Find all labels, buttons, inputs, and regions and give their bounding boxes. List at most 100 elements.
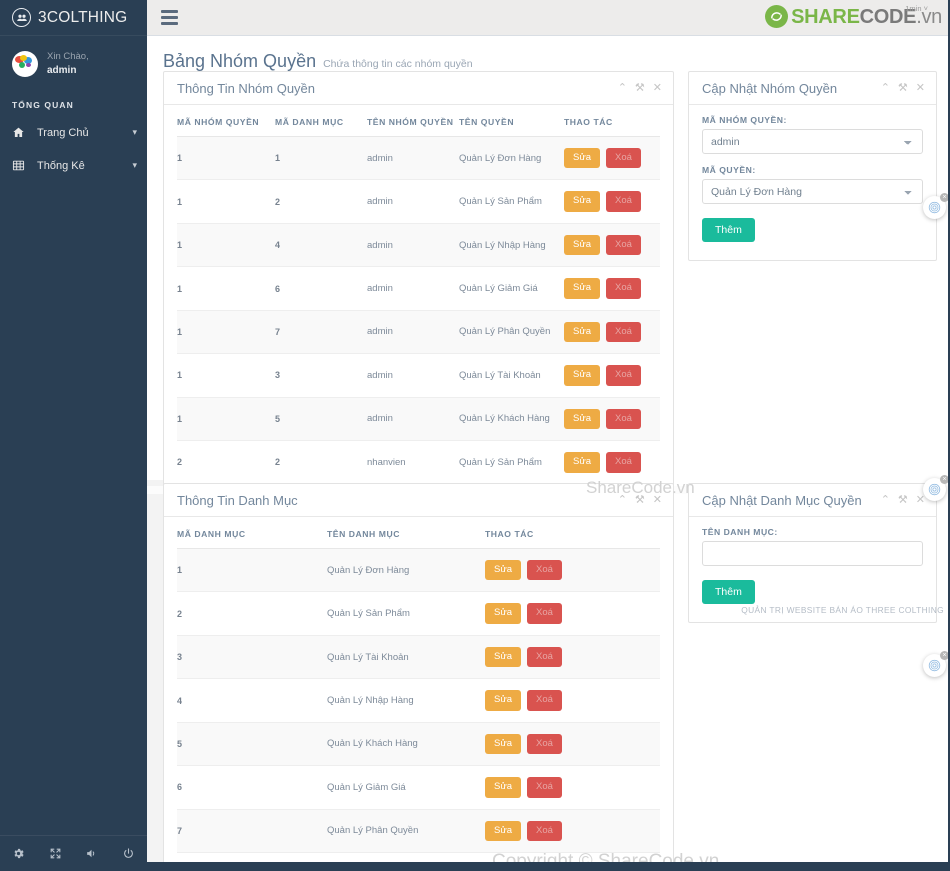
cell-ma-danh-muc: 5	[275, 397, 367, 442]
panel-tools: ⌃ ⚒ ✕	[618, 494, 662, 506]
delete-button[interactable]: Xoá	[605, 408, 641, 430]
edit-button[interactable]: Sửa	[564, 234, 600, 256]
logo-share-text: SHARE	[791, 6, 860, 28]
wrench-icon[interactable]: ⚒	[898, 494, 908, 506]
edit-button[interactable]: Sửa	[485, 777, 521, 798]
delete-button[interactable]: Xoá	[526, 733, 562, 755]
close-icon[interactable]: ✕	[916, 494, 925, 506]
edit-button[interactable]: Sửa	[485, 603, 521, 624]
gear-icon[interactable]	[0, 847, 37, 860]
edit-button[interactable]: Sửa	[485, 820, 521, 842]
cell-actions: SửaXoá	[564, 136, 660, 181]
hamburger-icon[interactable]	[161, 10, 178, 25]
role-group-table: MÃ NHÓM QUYỀN MÃ DANH MỤC TÊN NHÓM QUYỀN…	[177, 105, 660, 528]
panel-body: MÃ NHÓM QUYỀN: admin MÃ QUYỀN: Quản Lý Đ…	[689, 105, 936, 260]
delete-button[interactable]: Xoá	[605, 452, 641, 473]
delete-button[interactable]: Xoá	[605, 321, 641, 343]
cell-ten-quyen: Quản Lý Giảm Giá	[459, 266, 564, 311]
edit-button[interactable]: Sửa	[485, 560, 521, 581]
volume-icon[interactable]	[74, 847, 111, 860]
cell-actions: SửaXoá	[564, 223, 660, 268]
wrench-icon[interactable]: ⚒	[635, 82, 645, 94]
delete-button[interactable]: Xoá	[526, 603, 562, 624]
delete-button[interactable]: Xoá	[605, 365, 641, 386]
floating-widget-bottom[interactable]: ×	[923, 651, 949, 677]
logo-tiny-text: 1min ˅	[905, 4, 928, 13]
sidebar-section-title: TỔNG QUAN	[12, 100, 74, 110]
cell-actions: SửaXoá	[485, 722, 660, 767]
collapse-icon[interactable]: ⌃	[881, 494, 890, 506]
cell-ten-quyen: Quản Lý Sản Phẩm	[459, 179, 564, 224]
cell-ma-nhom-quyen: 2	[177, 440, 275, 485]
cell-ma-danh-muc: 5	[177, 722, 327, 767]
edit-button[interactable]: Sửa	[564, 408, 600, 430]
floating-widget-top[interactable]: ×	[923, 193, 949, 219]
col-ma-danh-muc: MÃ DANH MỤC	[275, 105, 367, 137]
delete-button[interactable]: Xoá	[526, 820, 562, 842]
greeting-block: Xin Chào, admin	[47, 50, 89, 78]
edit-button[interactable]: Sửa	[564, 148, 600, 169]
edit-button[interactable]: Sửa	[564, 452, 600, 473]
greeting-text: Xin Chào,	[47, 51, 89, 62]
panel-tools: ⌃ ⚒ ✕	[881, 82, 925, 94]
collapse-icon[interactable]: ⌃	[618, 82, 627, 94]
wrench-icon[interactable]: ⚒	[898, 82, 908, 94]
select-ma-nhom-quyen[interactable]: admin	[702, 129, 923, 154]
power-icon[interactable]	[110, 847, 147, 860]
fullscreen-icon[interactable]	[37, 847, 74, 860]
table-row: 1 2 admin Quản Lý Sản Phẩm Sửa Xoá	[177, 179, 660, 224]
delete-button[interactable]: Xoá	[605, 234, 641, 256]
table-head: MÃ DANH MỤC TÊN DANH MỤC THAO TÁC	[177, 517, 660, 549]
cell-ten-danh-muc: Quản Lý Phân Quyền	[327, 809, 485, 854]
delete-button[interactable]: Xoá	[526, 690, 562, 711]
close-icon[interactable]: ✕	[653, 494, 662, 506]
col-thao-tac: THAO TÁC	[485, 517, 660, 549]
edit-button[interactable]: Sửa	[485, 646, 521, 668]
cell-ten-danh-muc: Quản Lý Khách Hàng	[327, 722, 485, 767]
edit-button[interactable]: Sửa	[485, 733, 521, 755]
user-profile[interactable]: Xin Chào, admin	[0, 36, 147, 86]
delete-button[interactable]: Xoá	[605, 148, 641, 169]
cell-ten-nhom-quyen: admin	[367, 179, 459, 224]
wrench-icon[interactable]: ⚒	[635, 494, 645, 506]
input-ten-danh-muc[interactable]	[702, 541, 923, 566]
add-role-group-button[interactable]: Thêm	[702, 218, 755, 242]
cell-actions: SửaXoá	[485, 635, 660, 680]
cell-ma-nhom-quyen: 1	[177, 266, 275, 311]
brand-logo[interactable]: 3COLTHING	[0, 0, 147, 36]
delete-button[interactable]: Xoá	[526, 777, 562, 798]
edit-button[interactable]: Sửa	[564, 191, 600, 212]
panel-title: Cập Nhật Danh Mục Quyền	[702, 492, 862, 508]
edit-button[interactable]: Sửa	[564, 321, 600, 343]
delete-button[interactable]: Xoá	[605, 278, 641, 299]
table-row: 2 Quản Lý Sản Phẩm Sửa Xoá	[177, 591, 660, 636]
close-icon[interactable]: ✕	[653, 82, 662, 94]
avatar	[12, 51, 38, 77]
cell-actions: SửaXoá	[564, 353, 660, 398]
admin-footer-note: QUẢN TRỊ WEBSITE BÁN ÁO THREE COLTHING	[741, 605, 944, 615]
add-category-button[interactable]: Thêm	[702, 580, 755, 604]
edit-button[interactable]: Sửa	[564, 278, 600, 299]
collapse-icon[interactable]: ⌃	[881, 82, 890, 94]
delete-button[interactable]: Xoá	[605, 191, 641, 212]
close-icon[interactable]: ✕	[916, 82, 925, 94]
table-row: 5 Quản Lý Khách Hàng Sửa Xoá	[177, 722, 660, 767]
floating-widget-middle[interactable]: ×	[923, 475, 949, 501]
edit-button[interactable]: Sửa	[564, 365, 600, 386]
delete-button[interactable]: Xoá	[526, 560, 562, 581]
table-row: 1 1 admin Quản Lý Đơn Hàng Sửa Xoá	[177, 136, 660, 181]
delete-button[interactable]: Xoá	[526, 646, 562, 668]
panel-title: Cập Nhật Nhóm Quyền	[702, 80, 838, 96]
sidebar-item-trang-chu[interactable]: Trang Chủ ▾	[0, 116, 147, 149]
cell-ten-danh-muc: Quản Lý Sản Phẩm	[327, 591, 485, 636]
sidebar-footer	[0, 835, 147, 871]
panel-header: Thông Tin Danh Mục ⌃ ⚒ ✕	[164, 484, 673, 517]
cell-ma-nhom-quyen: 1	[177, 136, 275, 181]
cell-ten-nhom-quyen: nhanvien	[367, 440, 459, 485]
select-ma-quyen[interactable]: Quản Lý Đơn Hàng	[702, 179, 923, 204]
col-ten-quyen: TÊN QUYỀN	[459, 105, 564, 137]
collapse-icon[interactable]: ⌃	[618, 494, 627, 506]
edit-button[interactable]: Sửa	[485, 690, 521, 711]
sidebar-item-thong-ke[interactable]: Thống Kê ▾	[0, 149, 147, 182]
category-table: MÃ DANH MỤC TÊN DANH MỤC THAO TÁC 1 Quản …	[177, 517, 660, 871]
